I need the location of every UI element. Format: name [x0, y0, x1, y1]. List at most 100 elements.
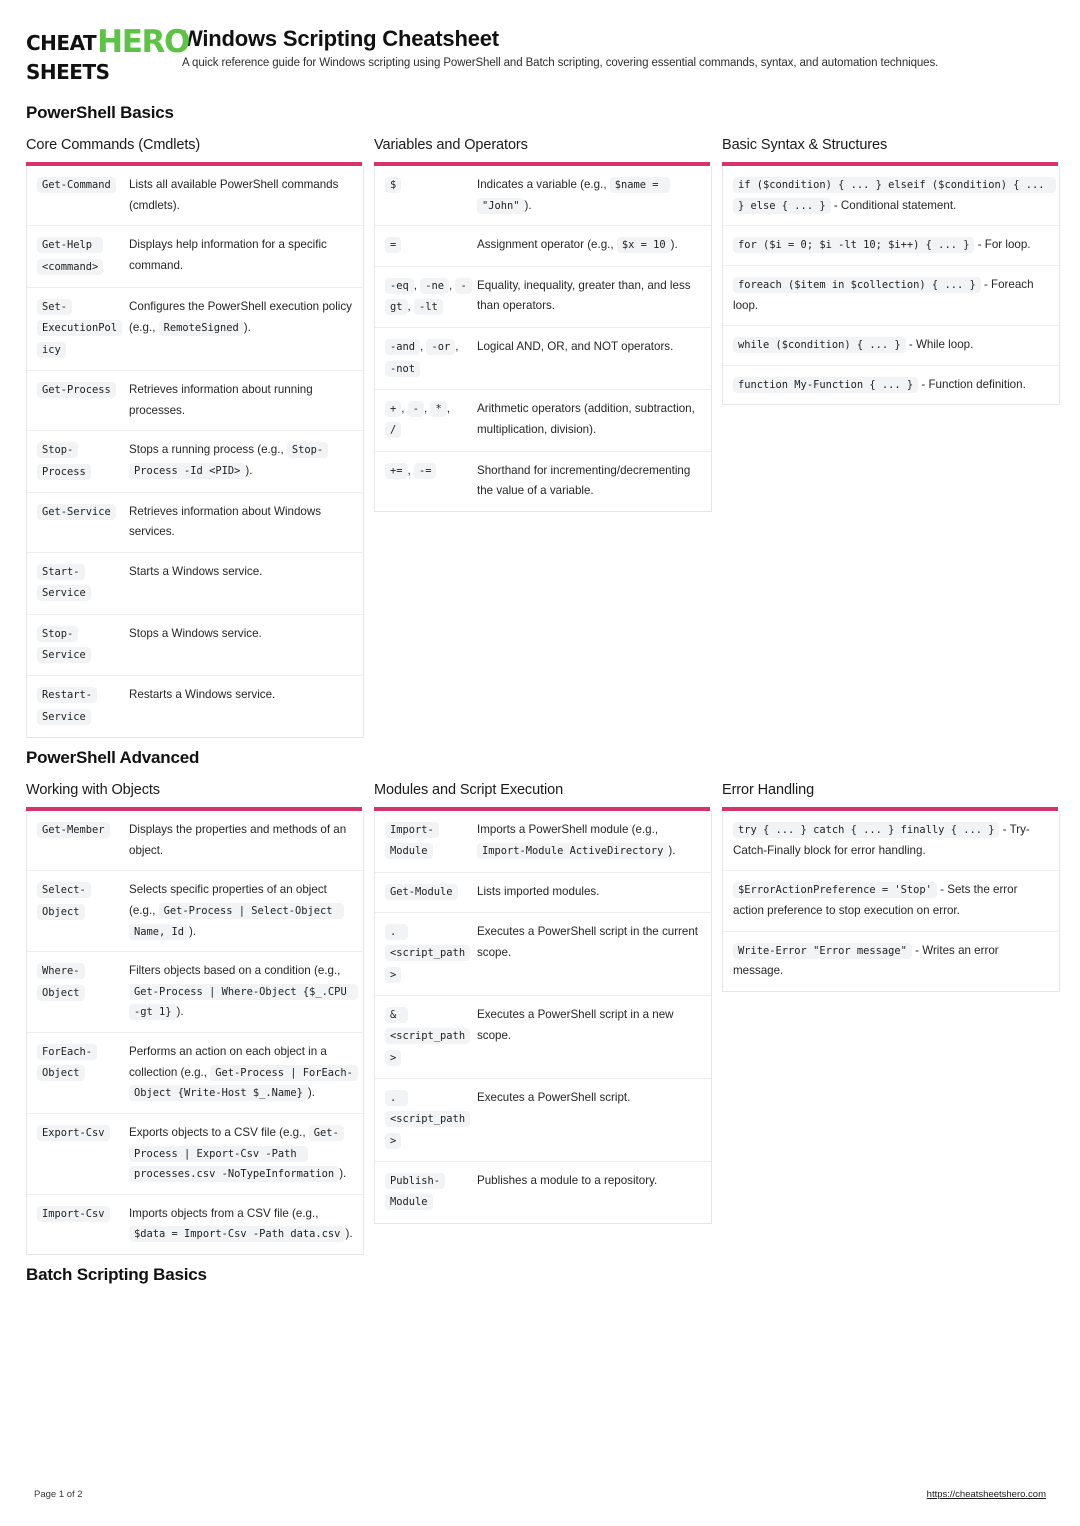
- table-row: Start-Service Starts a Windows service.: [27, 553, 363, 615]
- code-chip: -ne: [420, 277, 450, 294]
- command-cell: Select-Object: [27, 871, 123, 951]
- description-cell: Configures the PowerShell execution poli…: [123, 288, 363, 370]
- description-cell: Shorthand for incrementing/decrementing …: [471, 452, 711, 511]
- text-fragment: ).: [307, 1086, 315, 1100]
- text-fragment: - For loop.: [974, 238, 1031, 252]
- text-fragment: - While loop.: [905, 338, 974, 352]
- text-fragment: ).: [345, 1227, 353, 1241]
- syntax-cell: $ErrorActionPreference = 'Stop' - Sets t…: [723, 871, 1059, 930]
- command-cell: Get-Service: [27, 493, 123, 552]
- text-fragment: ).: [245, 463, 253, 477]
- text-fragment: Imports a PowerShell module (e.g.,: [477, 823, 659, 837]
- syntax-cell: Write-Error "Error message" - Writes an …: [723, 932, 1059, 991]
- text-fragment: Arithmetic operators (addition, subtract…: [477, 401, 695, 436]
- command-cell: Import-Csv: [27, 1195, 123, 1254]
- code-chip: Export-Csv: [37, 1124, 110, 1141]
- table-row: -and, -or, -not Logical AND, OR, and NOT …: [375, 328, 711, 390]
- text-fragment: Executes a PowerShell script in a new sc…: [477, 1008, 674, 1042]
- content-column: Core Commands (Cmdlets) Get-Command Lists …: [26, 137, 364, 739]
- command-cell: =: [375, 226, 471, 265]
- code-chip: Publish-Module: [385, 1172, 446, 1211]
- command-cell: Get-Module: [375, 873, 471, 912]
- site-url-link[interactable]: https://cheatsheetshero.com: [927, 1489, 1046, 1500]
- description-cell: Retrieves information about running proc…: [123, 371, 363, 430]
- header-text-block: Windows Scripting Cheatsheet A quick ref…: [182, 24, 938, 69]
- text-fragment: Exports objects to a CSV file (e.g.,: [129, 1125, 309, 1139]
- code-chip: Get-Process | Where-Object {$_.CPU -gt 1…: [129, 983, 358, 1021]
- text-fragment: Publishes a module to a repository.: [477, 1173, 658, 1187]
- table-row: Get-Help <command> Displays help informat…: [27, 226, 363, 288]
- text-fragment: ).: [176, 1005, 184, 1019]
- logo-word-cheat: CHEAT: [26, 31, 97, 55]
- code-chip: ForEach-Object: [37, 1044, 98, 1082]
- reference-table: $ Indicates a variable (e.g., $name = "Jo…: [374, 166, 712, 512]
- table-row: Export-Csv Exports objects to a CSV file …: [27, 1114, 363, 1195]
- code-chip: Restart-Service: [37, 687, 98, 725]
- section-title: PowerShell Advanced: [26, 748, 200, 768]
- description-cell: Executes a PowerShell script.: [471, 1079, 711, 1161]
- table-row: $ErrorActionPreference = 'Stop' - Sets t…: [723, 871, 1059, 932]
- text-fragment: Assignment operator (e.g.,: [477, 238, 617, 252]
- text-fragment: ,: [455, 340, 459, 354]
- command-cell: Import-Module: [375, 811, 471, 872]
- table-row: +=, -= Shorthand for incrementing/decreme…: [375, 452, 711, 511]
- command-cell: -eq, -ne, -gt, -lt: [375, 267, 472, 328]
- text-fragment: ,: [401, 401, 408, 415]
- table-row: Select-Object Selects specific properties…: [27, 871, 363, 953]
- command-cell: Where-Object: [27, 952, 123, 1032]
- code-chip: -eq: [385, 277, 414, 294]
- code-chip: . <script_path>: [385, 1090, 471, 1149]
- syntax-cell: while ($condition) { ... } - While loop.: [723, 326, 1059, 365]
- description-cell: Lists all available PowerShell commands …: [123, 166, 363, 225]
- code-chip: Write-Error "Error message": [733, 942, 912, 959]
- code-chip: try { ... } catch { ... } finally { ... …: [733, 822, 1000, 839]
- text-fragment: Retrieves information about running proc…: [129, 382, 313, 417]
- description-cell: Arithmetic operators (addition, subtract…: [471, 390, 711, 451]
- page-number: Page 1 of 2: [34, 1489, 83, 1500]
- description-cell: Performs an action on each object in a c…: [123, 1033, 363, 1113]
- section-title: Batch Scripting Basics: [26, 1265, 207, 1285]
- command-cell: Export-Csv: [27, 1114, 123, 1194]
- code-chip: RemoteSigned: [158, 319, 244, 336]
- code-chip: $ErrorActionPreference = 'Stop': [733, 882, 937, 899]
- text-fragment: ,: [446, 401, 450, 415]
- table-row: while ($condition) { ... } - While loop.: [723, 326, 1059, 366]
- group-title: Working with Objects: [26, 782, 160, 799]
- table-row: $ Indicates a variable (e.g., $name = "Jo…: [375, 166, 711, 227]
- code-chip: -: [407, 400, 424, 417]
- text-fragment: ).: [668, 843, 676, 857]
- text-fragment: Lists imported modules.: [477, 884, 600, 898]
- code-chip: Get-Help <command>: [37, 237, 104, 275]
- description-cell: Selects specific properties of an object…: [123, 871, 363, 951]
- command-cell: Get-Member: [27, 811, 123, 870]
- description-cell: Starts a Windows service.: [123, 553, 363, 614]
- group-title: Core Commands (Cmdlets): [26, 137, 201, 154]
- code-chip: Select-Object: [37, 882, 91, 920]
- table-row: Stop-Process Stops a running process (e.g…: [27, 431, 363, 493]
- description-cell: Displays the properties and methods of a…: [123, 811, 363, 870]
- text-fragment: Logical AND, OR, and NOT operators.: [477, 340, 674, 354]
- reference-table: Import-Module Imports a PowerShell module…: [374, 811, 712, 1224]
- code-chip: +: [385, 400, 402, 417]
- page-header: CHEATHERO SHEETSHERO Windows Scripting C…: [26, 24, 1054, 83]
- command-cell: . <script_path>: [375, 913, 471, 995]
- code-chip: Import-Module ActiveDirectory: [477, 842, 669, 859]
- code-chip: Get-Module: [385, 883, 458, 900]
- code-chip: foreach ($item in $collection) { ... }: [733, 276, 981, 293]
- table-row: Get-Command Lists all available PowerShel…: [27, 166, 363, 227]
- code-chip: Get-Process | Select-Object Name, Id: [129, 902, 344, 940]
- group-title: Modules and Script Execution: [374, 782, 564, 799]
- text-fragment: Displays the properties and methods of a…: [129, 823, 347, 857]
- table-row: & <script_path> Executes a PowerShell scr…: [375, 996, 711, 1079]
- text-fragment: ).: [524, 198, 532, 212]
- page-title: Windows Scripting Cheatsheet: [182, 26, 499, 51]
- table-row: Import-Module Imports a PowerShell module…: [375, 811, 711, 873]
- code-chip: $x = 10: [616, 237, 671, 254]
- content-column: Variables and Operators $ Indicates a vari…: [374, 137, 712, 512]
- table-row: Stop-Service Stops a Windows service.: [27, 615, 363, 677]
- text-fragment: - Conditional statement.: [830, 198, 957, 212]
- syntax-cell: foreach ($item in $collection) { ... } -…: [723, 266, 1059, 325]
- syntax-cell: function My-Function { ... } - Function …: [723, 366, 1059, 405]
- text-fragment: ,: [407, 299, 414, 313]
- text-fragment: Lists all available PowerShell commands …: [129, 178, 339, 212]
